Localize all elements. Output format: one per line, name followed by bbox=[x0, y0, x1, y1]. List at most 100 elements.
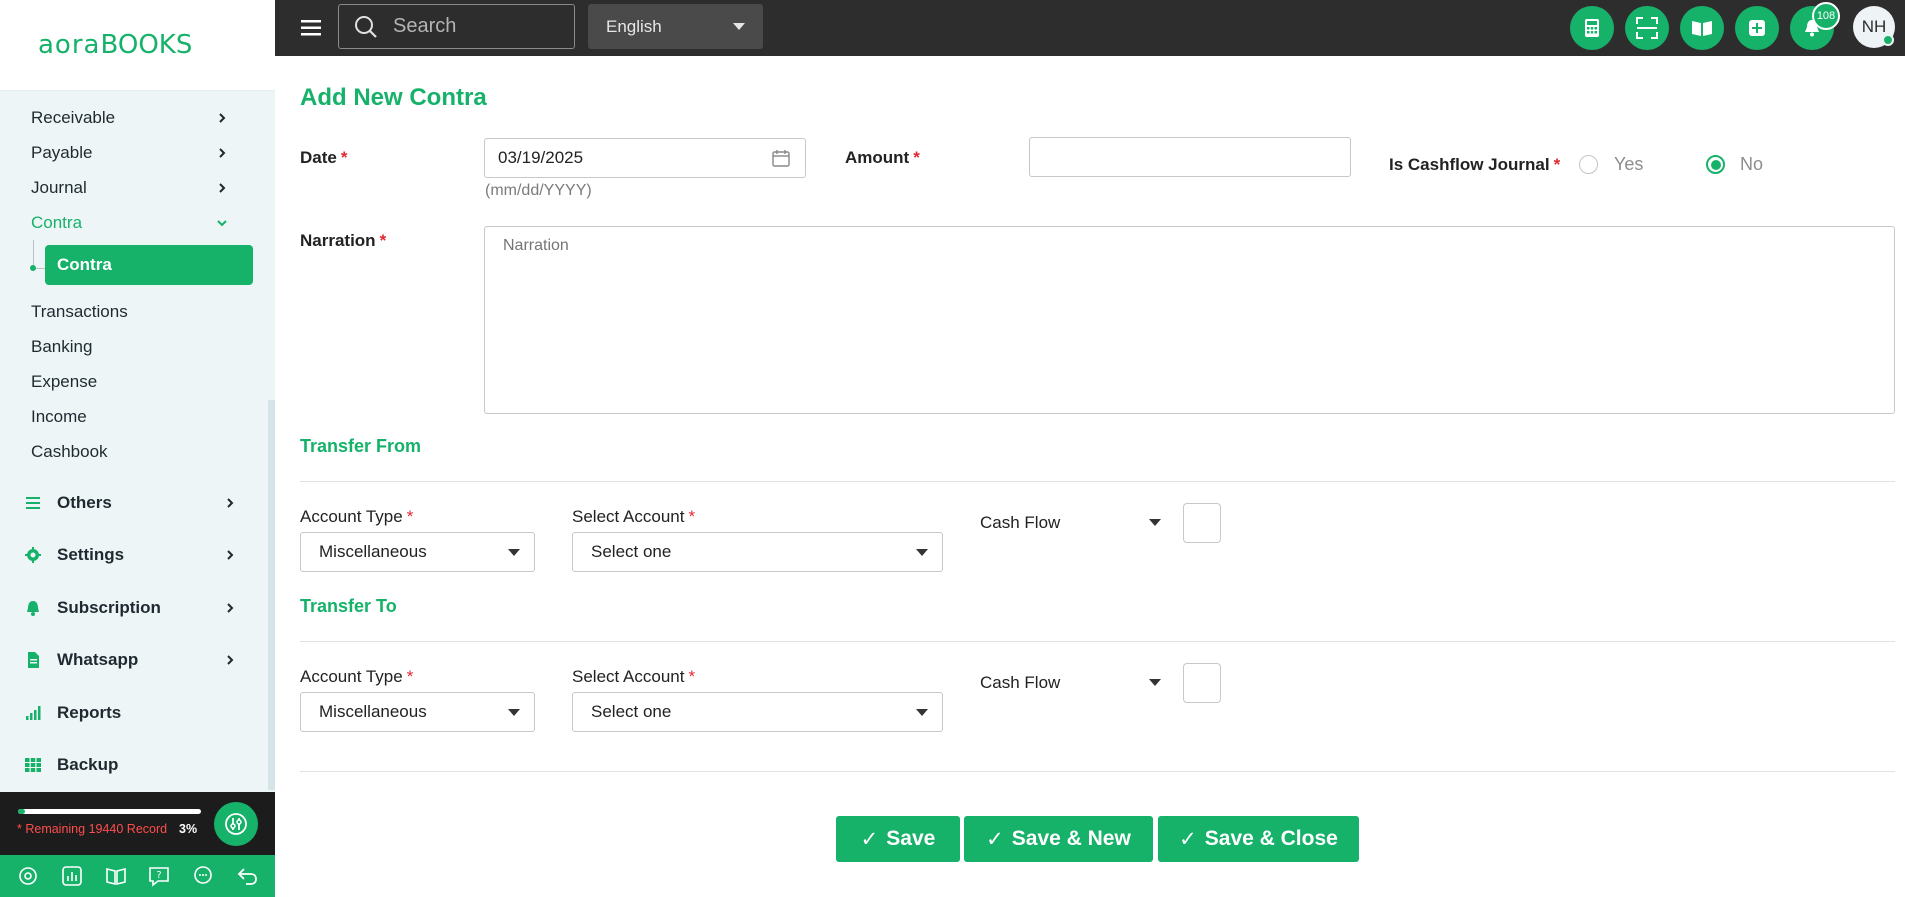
sidebar-section-subscription[interactable]: Subscription bbox=[0, 588, 268, 628]
sidebar-item-transactions[interactable]: Transactions bbox=[0, 294, 268, 329]
svg-text:?: ? bbox=[157, 870, 162, 881]
caret-down-icon bbox=[916, 708, 928, 716]
caret-down-icon bbox=[508, 708, 520, 716]
sidebar-item-cashbook[interactable]: Cashbook bbox=[0, 434, 268, 469]
hamburger-menu-icon[interactable] bbox=[299, 16, 323, 40]
amount-field[interactable] bbox=[1029, 137, 1351, 177]
sidebar-item-receivable[interactable]: Receivable bbox=[0, 100, 268, 135]
sidebar-item-income[interactable]: Income bbox=[0, 399, 268, 434]
add-button[interactable] bbox=[1735, 6, 1779, 50]
record-usage-panel: * Remaining 19440 Record 3% bbox=[0, 792, 275, 855]
scan-button[interactable] bbox=[1625, 6, 1669, 50]
caret-down-icon bbox=[508, 548, 520, 556]
check-icon: ✓ bbox=[986, 827, 1004, 851]
check-icon: ✓ bbox=[860, 827, 879, 851]
document-icon bbox=[28, 652, 39, 668]
transfer-from-title: Transfer From bbox=[300, 436, 422, 456]
to-account-type-select[interactable]: Miscellaneous bbox=[300, 692, 535, 732]
chevron-right-icon bbox=[219, 147, 226, 158]
record-progress-bar bbox=[18, 809, 201, 814]
scan-icon bbox=[1636, 17, 1658, 39]
save-and-close-button[interactable]: ✓ Save & Close bbox=[1158, 816, 1359, 862]
sidebar-section-reports[interactable]: Reports bbox=[0, 693, 268, 733]
help-icon[interactable]: ? bbox=[146, 863, 172, 889]
sidebar-section-whatsapp[interactable]: Whatsapp bbox=[0, 640, 268, 680]
to-account-type-label: Account Type * bbox=[300, 667, 414, 686]
main-content: Add New Contra Date * 03/19/2025 (mm/dd/Y… bbox=[275, 56, 1905, 897]
divider bbox=[300, 641, 1895, 642]
from-account-type-select[interactable]: Miscellaneous bbox=[300, 532, 535, 572]
sidebar-leaf-contra[interactable]: Contra bbox=[45, 245, 253, 285]
online-status-dot bbox=[1882, 34, 1894, 46]
cashflow-no-radio[interactable] bbox=[1706, 155, 1725, 174]
language-value: English bbox=[606, 16, 662, 36]
chevron-down-icon bbox=[217, 219, 227, 226]
calculator-icon bbox=[1585, 19, 1599, 37]
search-input[interactable] bbox=[393, 15, 563, 38]
tree-dot bbox=[30, 265, 36, 271]
divider bbox=[300, 771, 1895, 772]
calculator-button[interactable] bbox=[1570, 6, 1614, 50]
chevron-right-icon bbox=[219, 182, 226, 193]
logo[interactable]: aoraBOOKS bbox=[0, 0, 275, 91]
sidebar-leaf-group: Contra bbox=[0, 240, 268, 288]
settings-icon[interactable] bbox=[15, 863, 41, 889]
sidebar-item-label: Payable bbox=[31, 142, 93, 162]
to-cash-flow-label: Cash Flow bbox=[980, 673, 1061, 692]
sidebar-footer-toolbar: ? bbox=[0, 855, 275, 897]
back-icon[interactable] bbox=[234, 863, 260, 889]
gear-icon bbox=[25, 547, 41, 563]
upgrade-button[interactable] bbox=[214, 802, 258, 846]
book-icon[interactable] bbox=[103, 863, 129, 889]
sidebar-item-payable[interactable]: Payable bbox=[0, 135, 268, 170]
chevron-right-icon bbox=[227, 603, 234, 613]
sidebar-item-expense[interactable]: Expense bbox=[0, 364, 268, 399]
from-cash-flow-dropdown-icon[interactable] bbox=[1149, 519, 1161, 526]
chat-icon[interactable] bbox=[190, 863, 216, 889]
cashflow-yes-radio[interactable] bbox=[1579, 155, 1598, 174]
narration-field[interactable] bbox=[484, 226, 1895, 414]
from-account-type-label: Account Type * bbox=[300, 507, 414, 526]
to-cash-flow-dropdown-icon[interactable] bbox=[1149, 679, 1161, 686]
to-select-account-select[interactable]: Select one bbox=[572, 692, 943, 732]
sidebar-section-label: Whatsapp bbox=[57, 650, 139, 669]
to-cash-flow-checkbox[interactable] bbox=[1183, 663, 1221, 703]
cashflow-journal-label: Is Cashflow Journal * bbox=[1389, 155, 1561, 174]
page-title: Add New Contra bbox=[300, 84, 487, 111]
bar-signal-icon bbox=[26, 706, 41, 720]
sidebar-item-contra[interactable]: Contra bbox=[0, 205, 268, 240]
cashflow-yes-label: Yes bbox=[1614, 154, 1644, 174]
sidebar-item-journal[interactable]: Journal bbox=[0, 170, 268, 205]
save-button[interactable]: ✓ Save bbox=[836, 816, 960, 862]
language-select[interactable]: English bbox=[588, 4, 763, 49]
sidebar-section-others[interactable]: Others bbox=[0, 483, 268, 523]
date-value: 03/19/2025 bbox=[498, 148, 584, 167]
notification-badge: 108 bbox=[1812, 2, 1840, 30]
search-box[interactable] bbox=[338, 4, 575, 49]
sidebar-section-label: Others bbox=[57, 493, 112, 512]
sidebar-scrollbar[interactable] bbox=[268, 400, 275, 790]
from-cash-flow-checkbox[interactable] bbox=[1183, 503, 1221, 543]
book-open-button[interactable] bbox=[1680, 6, 1724, 50]
amount-label: Amount * bbox=[845, 148, 920, 167]
chevron-right-icon bbox=[227, 655, 234, 665]
sidebar-section-label: Settings bbox=[57, 545, 125, 564]
record-percent: 3% bbox=[179, 822, 198, 836]
calendar-icon[interactable] bbox=[771, 148, 791, 168]
to-account-type-value: Miscellaneous bbox=[319, 702, 427, 721]
remaining-records-text: * Remaining 19440 Record bbox=[17, 822, 168, 836]
to-select-account-value: Select one bbox=[591, 702, 672, 721]
chevron-right-icon bbox=[227, 550, 234, 560]
from-select-account-value: Select one bbox=[591, 542, 672, 561]
sidebar-section-backup[interactable]: Backup bbox=[0, 745, 268, 785]
save-and-new-button[interactable]: ✓ Save & New bbox=[964, 816, 1153, 862]
chart-icon[interactable] bbox=[59, 863, 85, 889]
from-select-account-select[interactable]: Select one bbox=[572, 532, 943, 572]
tree-line bbox=[33, 240, 34, 268]
list-icon bbox=[26, 497, 40, 509]
date-field[interactable]: 03/19/2025 bbox=[484, 138, 806, 178]
add-icon bbox=[1749, 20, 1765, 36]
caret-down-icon bbox=[733, 23, 745, 30]
sidebar-section-settings[interactable]: Settings bbox=[0, 535, 268, 575]
sidebar-item-banking[interactable]: Banking bbox=[0, 329, 268, 364]
